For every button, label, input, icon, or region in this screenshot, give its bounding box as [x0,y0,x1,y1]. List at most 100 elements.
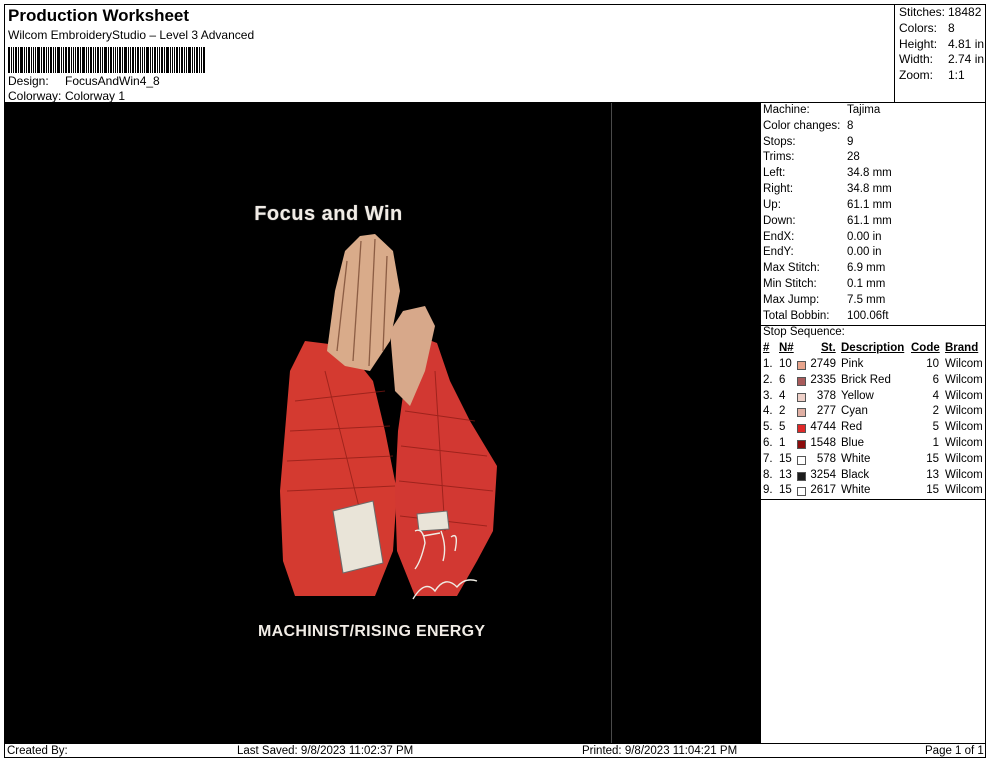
seq-needle: 15 [779,484,792,497]
seq-stitches: 1548 [810,437,836,449]
col-header-brand: Brand [945,342,979,354]
seq-code: 5 [932,421,939,434]
info-value: 100.06ft [847,310,889,322]
seq-stitches: 2749 [810,358,836,370]
seq-brand: Wilcom [945,373,983,386]
machine-info-panel: Machine: Tajima Color changes: 8 Stops: 9 T… [760,103,986,743]
stat-label: Zoom: [899,68,934,82]
seq-stitches: 277 [816,405,836,418]
col-header-description: Description [841,342,905,354]
seq-code: 2 [932,405,939,418]
stat-value: 2.74 in [948,52,985,66]
info-value: 7.5 mm [847,294,886,306]
info-value: 6.9 mm [847,262,886,274]
stat-label: Colors: [899,21,938,35]
stat-label: Width: [899,52,934,66]
info-label: Color changes: [763,120,841,132]
stat-row: Stitches: 18482 [899,5,981,19]
info-value: 8 [847,120,854,132]
seq-brand: Wilcom [945,358,983,370]
seq-description: White [841,452,871,465]
design-value: FocusAndWin4_8 [65,74,160,88]
info-row: EndX: 0.00 in [763,231,882,246]
seq-code: 15 [926,484,939,497]
stat-row: Height: 4.81 in [899,37,984,51]
thread-color-swatch [797,424,806,434]
thread-color-swatch [797,408,806,418]
seq-brand: Wilcom [945,389,983,402]
design-caption-bottom: MACHINIST/RISING ENERGY [258,623,486,640]
seq-code: 13 [926,468,939,481]
stat-value: 18482 [948,5,982,19]
seq-description: White [841,484,871,497]
seq-code: 1 [932,437,939,449]
info-row: Up: 61.1 mm [763,199,892,214]
seq-description: Brick Red [841,373,891,386]
info-label: Trims: [763,151,795,163]
stat-value: 1:1 [948,68,965,82]
info-label: Max Jump: [763,294,820,306]
info-row: Stops: 9 [763,136,853,151]
seq-stitches: 378 [816,389,836,402]
info-label: EndY: [763,246,794,258]
seq-needle: 1 [779,437,786,449]
seq-index: 1. [763,358,773,370]
seq-needle: 6 [779,373,786,386]
seq-index: 4. [763,405,773,418]
info-row: Down: 61.1 mm [763,215,892,230]
info-value: 0.00 in [847,231,882,243]
design-text-top: Focus and Win [5,203,760,226]
printed-date: Printed: 9/8/2023 11:04:21 PM [582,745,738,757]
seq-description: Blue [841,437,865,449]
seq-description: Black [841,468,870,481]
praying-hands-embroidery [280,234,497,600]
stop-sequence-label: Stop Sequence: [763,326,845,338]
info-label: Up: [763,199,781,211]
seq-brand: Wilcom [945,468,983,481]
seq-code: 10 [926,358,939,370]
info-value: 0.1 mm [847,278,886,290]
info-row: Color changes: 8 [763,120,853,135]
info-value: 28 [847,151,860,163]
info-row: Right: 34.8 mm [763,183,892,198]
stat-row: Zoom: 1:1 [899,68,965,82]
info-row: EndY: 0.00 in [763,246,882,261]
info-label: Right: [763,183,794,195]
seq-code: 4 [932,389,939,402]
page-title: Production Worksheet [8,6,190,25]
seq-needle: 4 [779,389,786,402]
seq-description: Cyan [841,405,868,418]
stat-row: Width: 2.74 in [899,52,984,66]
seq-index: 7. [763,452,773,465]
seq-index: 6. [763,437,773,449]
info-row: Machine: Tajima [763,104,880,119]
seq-index: 8. [763,468,773,481]
thread-color-swatch [797,392,806,402]
info-label: EndX: [763,231,795,243]
thread-color-swatch [797,487,806,497]
seq-needle: 15 [779,452,792,465]
page-number: Page 1 of 1 [925,745,984,757]
info-label: Left: [763,167,786,179]
design-preview: Focus and Win MACHINIST/RISING ENERGY [5,103,760,743]
info-row: Total Bobbin: 100.06ft [763,310,889,325]
info-row: Max Stitch: 6.9 mm [763,262,885,277]
seq-description: Yellow [841,389,874,402]
info-row: Left: 34.8 mm [763,167,892,182]
software-subtitle: Wilcom EmbroideryStudio – Level 3 Advanc… [8,28,255,42]
seq-index: 3. [763,389,773,402]
stitch-stats: Stitches: 18482 Colors: 8 Height: 4.81 in W… [894,4,986,102]
stat-value: 4.81 in [948,37,985,51]
seq-description: Red [841,421,863,434]
col-header-stitches: St. [821,342,836,354]
seq-brand: Wilcom [945,484,983,497]
stat-label: Height: [899,37,938,51]
info-value: 61.1 mm [847,215,892,227]
info-value: 34.8 mm [847,183,892,195]
seq-description: Pink [841,358,864,370]
col-header-code: Code [911,342,940,354]
seq-brand: Wilcom [945,437,983,449]
seq-needle: 13 [779,468,792,481]
seq-brand: Wilcom [945,421,983,434]
wrist-patch-small [416,510,450,532]
